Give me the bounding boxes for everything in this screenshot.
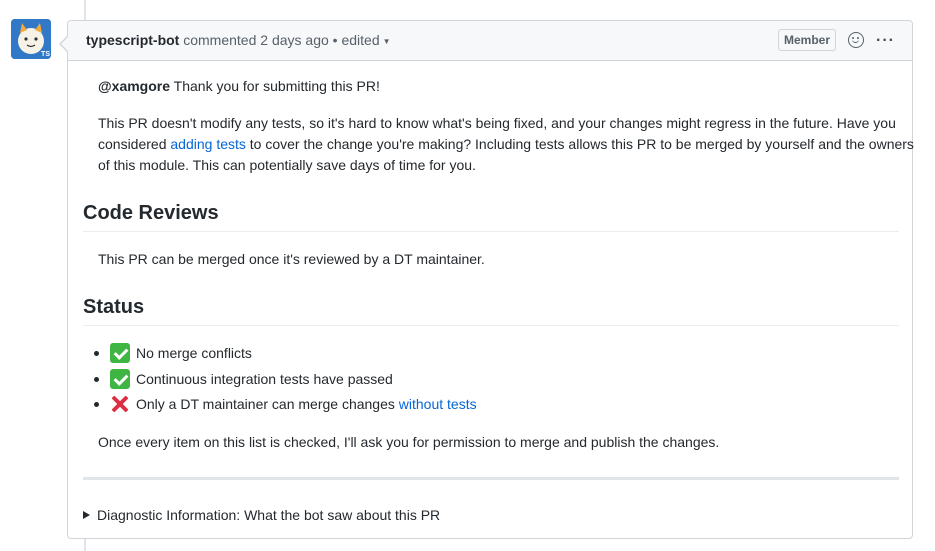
code-reviews-text: This PR can be merged once it's reviewed… (98, 251, 485, 267)
separator: • (332, 32, 338, 48)
more-options-icon[interactable]: ··· (876, 21, 895, 60)
list-item: Continuous integration tests have passed (94, 368, 477, 395)
comment-timestamp[interactable]: 2 days ago (260, 32, 329, 48)
status-text: Only a DT maintainer can merge changes (136, 396, 395, 412)
details-summary: Diagnostic Information: What the bot saw… (97, 507, 441, 523)
avatar-badge: TS (41, 51, 50, 58)
check-mark-icon (110, 368, 130, 389)
status-text: Continuous integration tests have passed (136, 370, 393, 387)
without-tests-link[interactable]: without tests (399, 396, 477, 412)
comment-action: commented (183, 32, 257, 48)
status-text: No merge conflicts (136, 345, 252, 361)
closing-paragraph: Once every item on this list is checked,… (98, 434, 720, 450)
add-reaction-icon[interactable] (848, 32, 864, 48)
list-item: Only a DT maintainer can merge changes w… (94, 394, 477, 420)
status-list: No merge conflicts Continuous integratio… (94, 343, 477, 420)
greeting-paragraph: @xamgore Thank you for submitting this P… (83, 76, 394, 97)
tests-paragraph: This PR doesn't modify any tests, so it'… (83, 113, 932, 176)
greeting-text: Thank you for submitting this PR! (173, 78, 380, 94)
member-badge: Member (777, 29, 836, 51)
check-mark-icon (110, 343, 130, 363)
divider (83, 477, 899, 480)
cross-mark-icon (110, 394, 130, 414)
edited-label: edited (341, 32, 380, 48)
comment-box: typescript-bot commented 2 days ago • ed… (59, 20, 914, 539)
adding-tests-link[interactable]: adding tests (170, 136, 246, 152)
edited-dropdown[interactable]: edited ▼ (341, 32, 390, 48)
author-link[interactable]: typescript-bot (86, 32, 179, 48)
chevron-down-icon: ▼ (382, 37, 391, 46)
user-mention[interactable]: @xamgore (98, 78, 170, 94)
status-heading: Status (83, 295, 899, 326)
comment-header: typescript-bot commented 2 days ago • ed… (68, 21, 912, 61)
code-reviews-heading: Code Reviews (83, 201, 899, 232)
diagnostic-details-toggle[interactable]: Diagnostic Information: What the bot saw… (83, 505, 440, 526)
avatar[interactable]: TS (11, 19, 51, 59)
list-item: No merge conflicts (94, 343, 477, 369)
disclosure-triangle-icon (83, 511, 90, 519)
